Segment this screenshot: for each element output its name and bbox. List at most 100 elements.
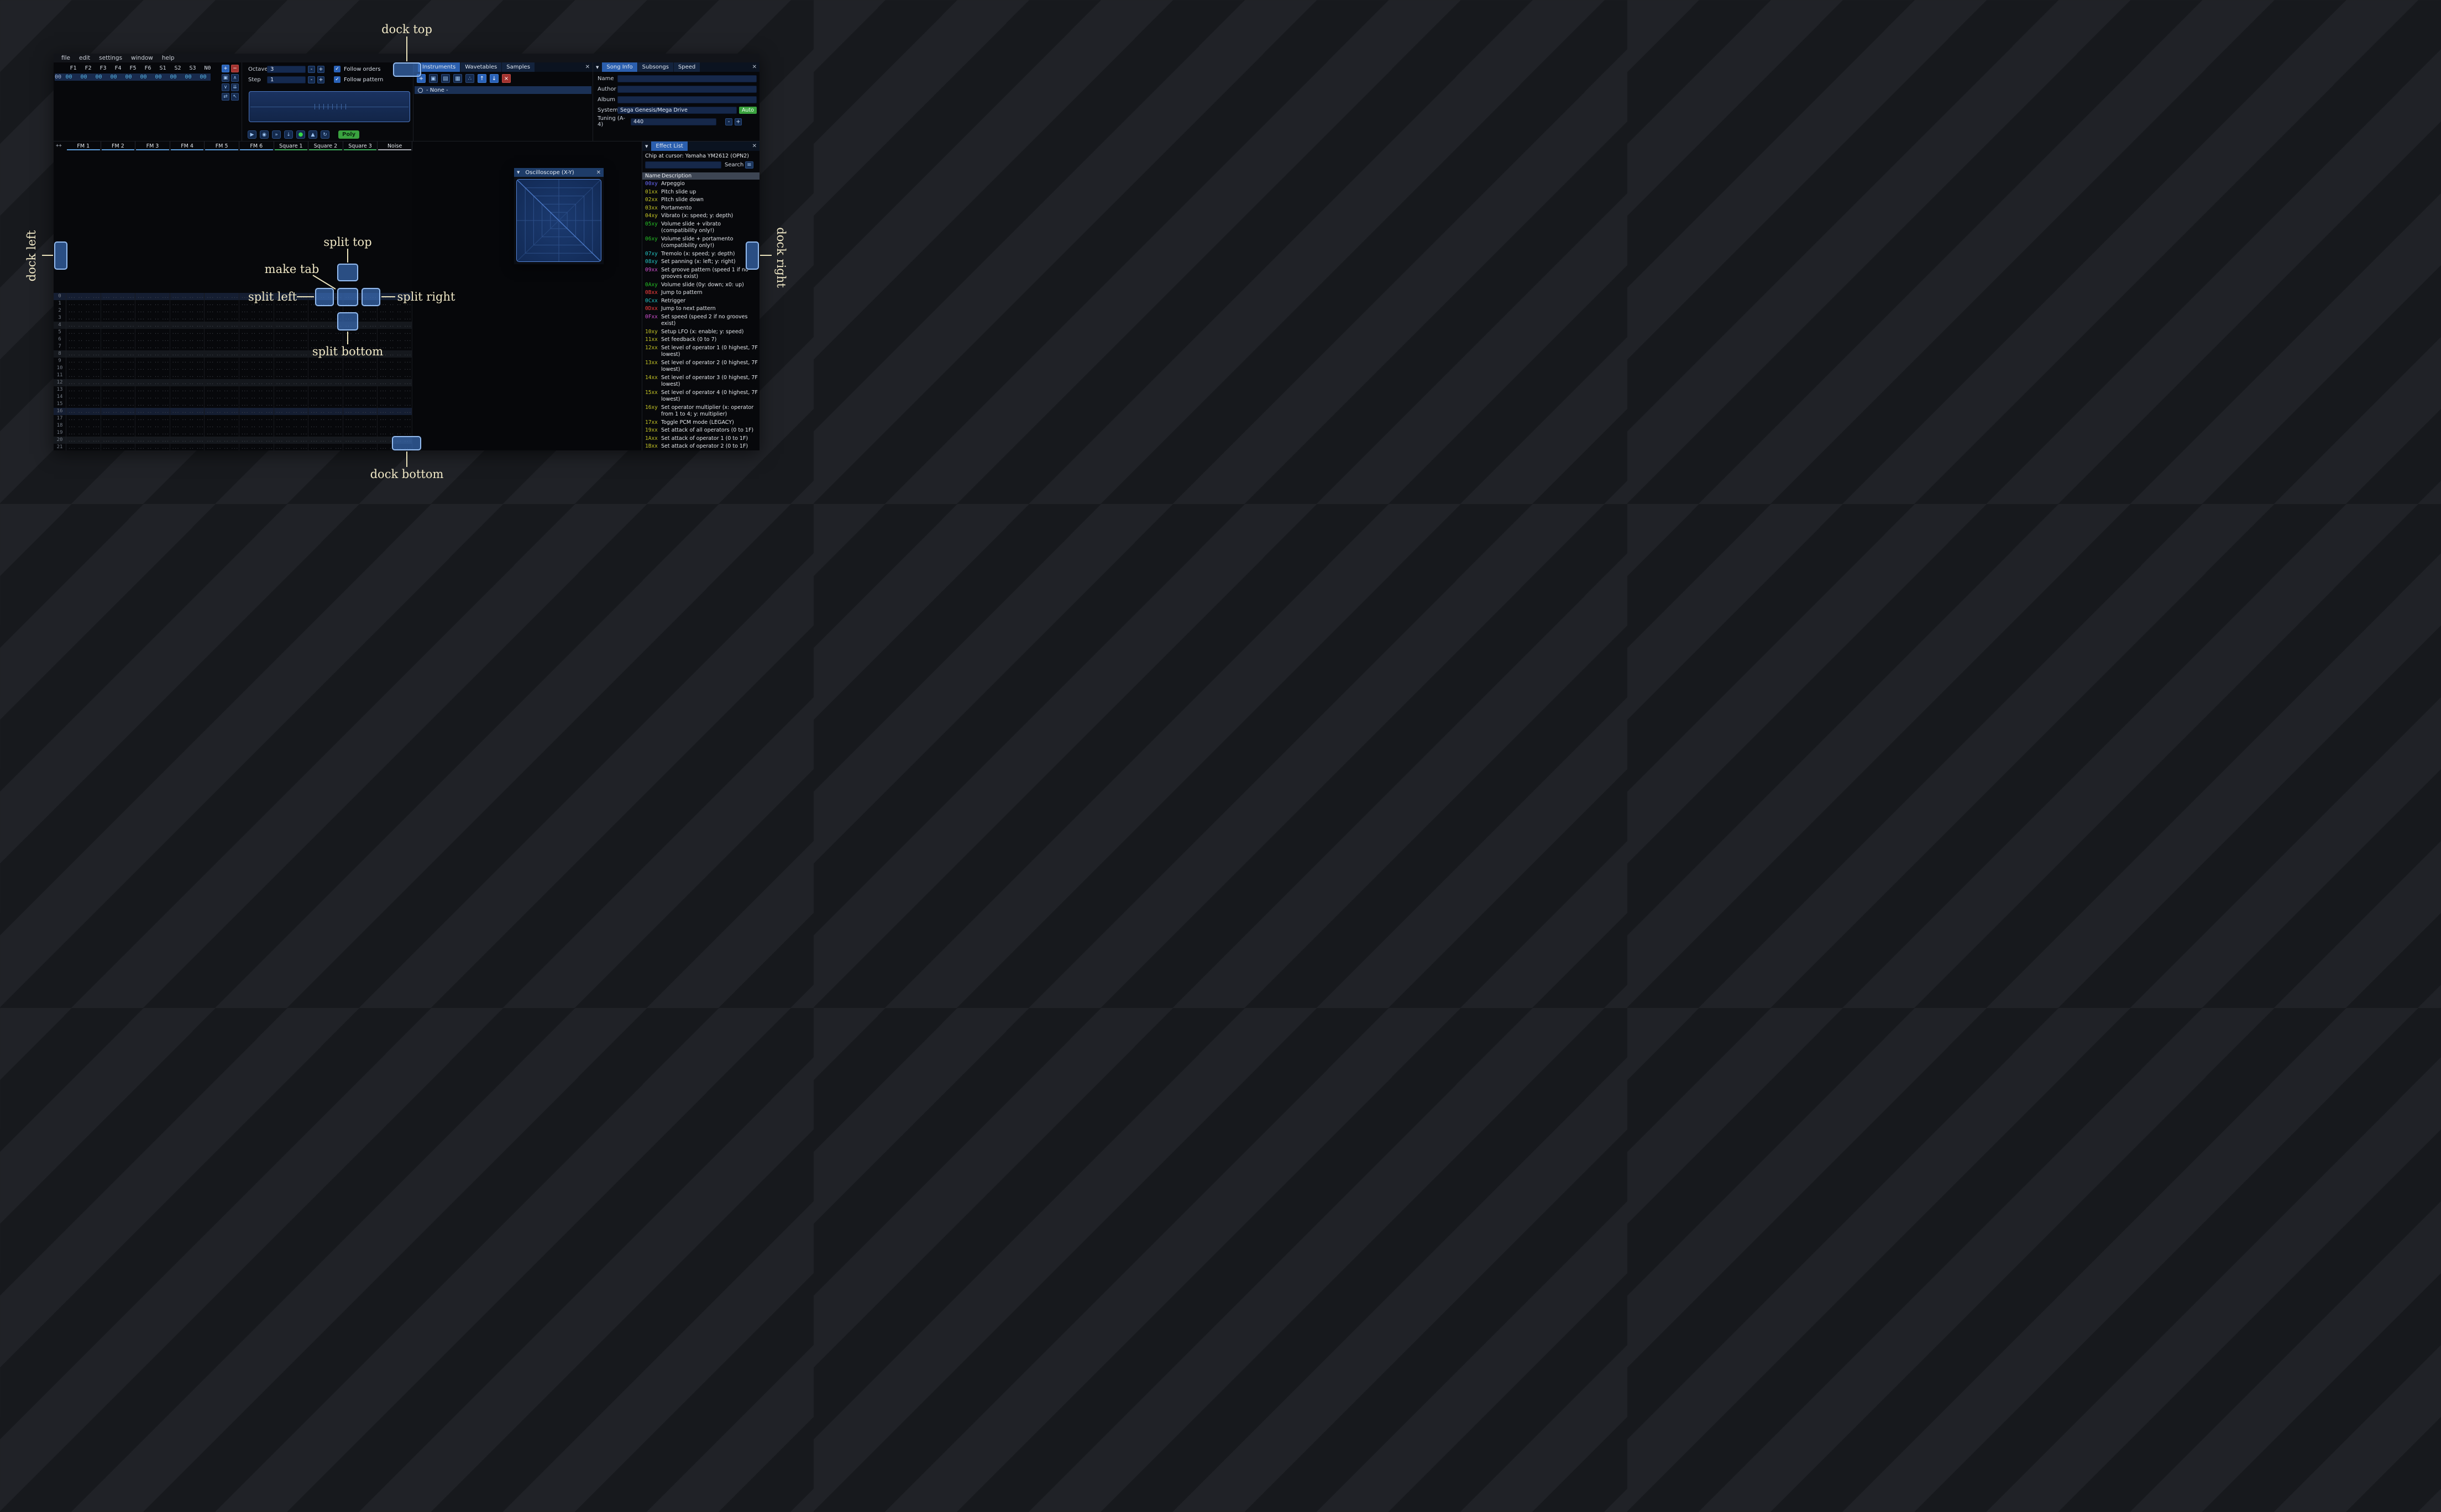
- pattern-cell[interactable]: ... .. .. ....: [66, 358, 101, 365]
- effect-row[interactable]: 1Bxx Set attack of operator 2 (0 to 1F): [642, 443, 759, 450]
- instruments-move-up-button[interactable]: ↑: [478, 74, 486, 83]
- pattern-cell[interactable]: ... .. .. ....: [170, 314, 205, 322]
- pattern-cell[interactable]: ... .. .. ....: [205, 365, 239, 372]
- effect-row[interactable]: 12xx Set level of operator 1 (0 highest, …: [642, 344, 759, 359]
- pattern-cell[interactable]: ... .. .. ....: [66, 350, 101, 358]
- pattern-cell[interactable]: ... .. .. ....: [239, 444, 274, 450]
- pattern-cell[interactable]: ... .. .. ....: [378, 393, 412, 401]
- pattern-cell[interactable]: ... .. .. ....: [135, 314, 170, 322]
- pattern-cell[interactable]: ... .. .. ....: [239, 379, 274, 386]
- pattern-cell[interactable]: ... .. .. ....: [135, 437, 170, 444]
- instruments-delete-button[interactable]: ×: [502, 74, 511, 83]
- pattern-cell[interactable]: ... .. .. ....: [135, 379, 170, 386]
- dock-target-split-bottom[interactable]: [337, 312, 358, 330]
- song-info-tab-song-info[interactable]: Song Info: [602, 62, 637, 72]
- pattern-cell[interactable]: ... .. .. ....: [343, 429, 378, 437]
- pattern-cell[interactable]: ... .. .. ....: [274, 393, 309, 401]
- pattern-cell[interactable]: ... .. .. ....: [308, 365, 343, 372]
- pattern-cell[interactable]: ... .. .. ....: [239, 365, 274, 372]
- pattern-cell[interactable]: ... .. .. ....: [378, 408, 412, 415]
- follow-orders-checkbox[interactable]: ✓: [334, 66, 341, 72]
- pattern-cell[interactable]: ... .. .. ....: [66, 429, 101, 437]
- effect-row[interactable]: 11xx Set feedback (0 to 7): [642, 336, 759, 344]
- pattern-cell[interactable]: ... .. .. ....: [343, 386, 378, 393]
- pattern-cell[interactable]: ... .. .. ....: [135, 365, 170, 372]
- pattern-cell[interactable]: ... .. .. ....: [274, 372, 309, 379]
- pattern-cell[interactable]: ... .. .. ....: [135, 393, 170, 401]
- collapse-icon[interactable]: ▼: [645, 144, 648, 149]
- pattern-cell[interactable]: ... .. .. ....: [239, 322, 274, 329]
- pattern-cell[interactable]: ... .. .. ....: [378, 307, 412, 314]
- pattern-cell[interactable]: ... .. .. ....: [135, 358, 170, 365]
- pattern-cell[interactable]: ... .. .. ....: [66, 415, 101, 422]
- transport-step-row-button[interactable]: ↓: [284, 130, 293, 139]
- effect-row[interactable]: 06xy Volume slide + portamento (compatibi…: [642, 235, 759, 250]
- pattern-cell[interactable]: ... .. .. ....: [239, 408, 274, 415]
- pattern-cell[interactable]: ... .. .. ....: [343, 444, 378, 450]
- tuning-input[interactable]: 440: [631, 118, 716, 125]
- tab-effect-list[interactable]: Effect List: [651, 141, 688, 151]
- effect-row[interactable]: 07xy Tremolo (x: speed; y: depth): [642, 250, 759, 259]
- pattern-cell[interactable]: ... .. .. ....: [170, 336, 205, 343]
- orders-add-button[interactable]: +: [222, 65, 229, 72]
- pattern-cell[interactable]: ... .. .. ....: [308, 444, 343, 450]
- pattern-cell[interactable]: ... .. .. ....: [66, 408, 101, 415]
- pattern-cell[interactable]: ... .. .. ....: [308, 336, 343, 343]
- pattern-cell[interactable]: ... .. .. ....: [205, 408, 239, 415]
- effect-row[interactable]: 0Dxx Jump to next pattern: [642, 305, 759, 313]
- instruments-tab-wavetables[interactable]: Wavetables: [460, 62, 502, 72]
- effect-row[interactable]: 13xx Set level of operator 2 (0 highest, …: [642, 359, 759, 374]
- dock-target-split-left[interactable]: [315, 288, 334, 306]
- pattern-cell[interactable]: ... .. .. ....: [378, 386, 412, 393]
- pattern-cell[interactable]: ... .. .. ....: [135, 300, 170, 307]
- pattern-cell[interactable]: ... .. .. ....: [66, 329, 101, 336]
- channel-header-square-2[interactable]: Square 2: [308, 141, 343, 151]
- dock-target-split-top[interactable]: [337, 264, 358, 281]
- pattern-cell[interactable]: ... .. .. ....: [205, 336, 239, 343]
- pattern-cell[interactable]: ... .. .. ....: [274, 350, 309, 358]
- album-input[interactable]: [617, 96, 757, 103]
- pattern-cell[interactable]: ... .. .. ....: [170, 386, 205, 393]
- dock-target-top[interactable]: [393, 62, 421, 77]
- pattern-cell[interactable]: ... .. .. ....: [170, 422, 205, 429]
- pattern-cell[interactable]: ... .. .. ....: [239, 429, 274, 437]
- channel-header-fm-4[interactable]: FM 4: [170, 141, 205, 151]
- effect-row[interactable]: 00xy Arpeggio: [642, 180, 759, 188]
- pattern-cell[interactable]: ... .. .. ....: [308, 401, 343, 408]
- pattern-cell[interactable]: ... .. .. ....: [308, 429, 343, 437]
- pattern-cell[interactable]: ... .. .. ....: [343, 437, 378, 444]
- pattern-cell[interactable]: ... .. .. ....: [101, 408, 136, 415]
- pattern-cell[interactable]: ... .. .. ....: [170, 437, 205, 444]
- oscilloscope-window[interactable]: ▼ Oscilloscope (X-Y) ✕: [514, 167, 604, 265]
- transport-poly-button[interactable]: Poly: [338, 130, 360, 139]
- pattern-cell[interactable]: ... .. .. ....: [343, 401, 378, 408]
- step-input[interactable]: 1: [267, 76, 306, 83]
- pattern-cell[interactable]: ... .. .. ....: [308, 415, 343, 422]
- transport-repeat-button[interactable]: ↻: [321, 130, 329, 139]
- pattern-cell[interactable]: ... .. .. ....: [308, 386, 343, 393]
- pattern-cell[interactable]: ... .. .. ....: [274, 307, 309, 314]
- pattern-cell[interactable]: ... .. .. ....: [170, 293, 205, 300]
- pattern-cell[interactable]: ... .. .. ....: [205, 350, 239, 358]
- pattern-cell[interactable]: ... .. .. ....: [378, 422, 412, 429]
- instruments-save-button[interactable]: ▦: [453, 74, 462, 83]
- pattern-cell[interactable]: ... .. .. ....: [101, 401, 136, 408]
- octave-increase-button[interactable]: +: [317, 65, 324, 73]
- pattern-cell[interactable]: ... .. .. ....: [135, 293, 170, 300]
- instrument-list-item[interactable]: - None -: [415, 86, 591, 94]
- transport-edit-record-button[interactable]: ●: [296, 130, 305, 139]
- pattern-cell[interactable]: ... .. .. ....: [308, 408, 343, 415]
- orders-cell[interactable]: 00: [166, 74, 181, 80]
- pattern-cell[interactable]: ... .. .. ....: [205, 314, 239, 322]
- orders-duplicate-end-button[interactable]: ⇊: [231, 83, 239, 91]
- pattern-cell[interactable]: ... .. .. ....: [101, 429, 136, 437]
- pattern-cell[interactable]: ... .. .. ....: [170, 343, 205, 350]
- pattern-cell[interactable]: ... .. .. ....: [170, 322, 205, 329]
- orders-edit-mode-button[interactable]: ↖: [231, 93, 239, 101]
- pattern-cell[interactable]: ... .. .. ....: [308, 358, 343, 365]
- pattern-cell[interactable]: ... .. .. ....: [135, 422, 170, 429]
- pattern-cell[interactable]: ... .. .. ....: [378, 329, 412, 336]
- orders-move-up-button[interactable]: ∧: [231, 74, 239, 82]
- oscilloscope-title-bar[interactable]: ▼ Oscilloscope (X-Y) ✕: [514, 168, 604, 177]
- pattern-cell[interactable]: ... .. .. ....: [135, 322, 170, 329]
